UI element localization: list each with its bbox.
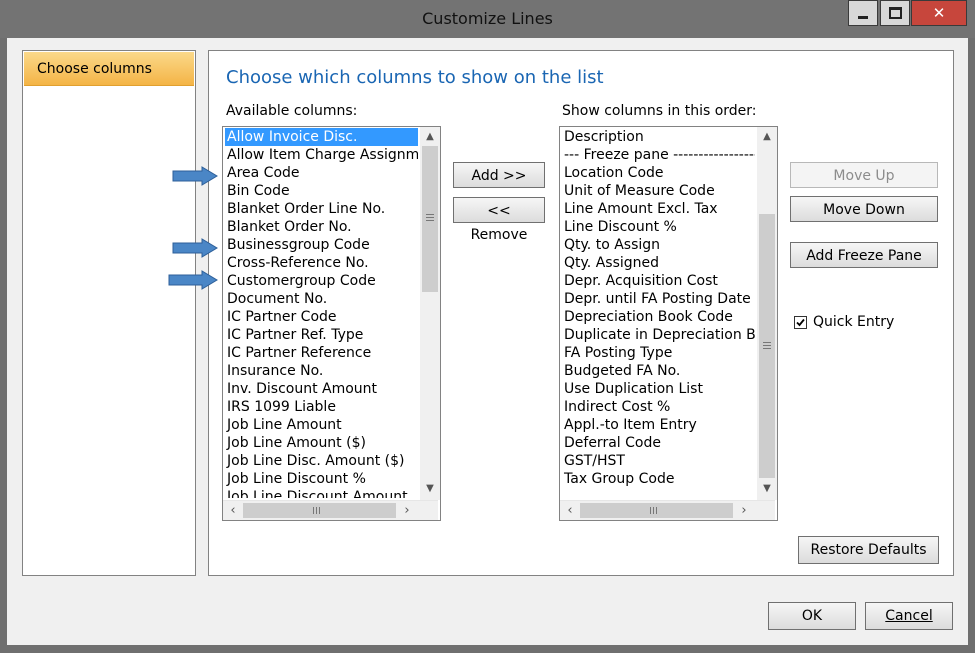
available-columns-list[interactable]: Allow Invoice Disc. Allow Item Charge Ass… xyxy=(222,126,441,521)
close-button[interactable]: ✕ xyxy=(911,0,967,26)
available-column-item[interactable]: Blanket Order Line No. xyxy=(225,200,418,218)
scroll-down-icon[interactable]: ▼ xyxy=(758,480,776,497)
show-columns-label: Show columns in this order: xyxy=(562,103,757,119)
scroll-left-icon[interactable]: ‹ xyxy=(561,501,579,520)
add-button[interactable]: Add >> xyxy=(453,162,545,188)
customize-lines-window: Customize Lines ✕ Choose columns Choose … xyxy=(0,0,975,653)
move-down-button[interactable]: Move Down xyxy=(790,196,938,222)
minimize-button[interactable] xyxy=(848,0,878,26)
available-hscroll-thumb[interactable] xyxy=(243,503,396,518)
scroll-down-icon[interactable]: ▼ xyxy=(421,480,439,497)
scroll-right-icon[interactable]: › xyxy=(735,501,753,520)
shown-column-item[interactable]: Location Code xyxy=(562,164,755,182)
available-column-item[interactable]: Insurance No. xyxy=(225,362,418,380)
available-horizontal-scrollbar[interactable]: ‹ › xyxy=(223,500,438,520)
add-freeze-pane-button[interactable]: Add Freeze Pane xyxy=(790,242,938,268)
shown-column-item[interactable]: Duplicate in Depreciation Book xyxy=(562,326,755,344)
shown-column-item[interactable]: --- Freeze pane ----------------- xyxy=(562,146,755,164)
grip-icon xyxy=(426,214,434,221)
close-icon: ✕ xyxy=(932,3,946,22)
available-column-item[interactable]: Job Line Disc. Amount ($) xyxy=(225,452,418,470)
shown-column-item[interactable]: Budgeted FA No. xyxy=(562,362,755,380)
panel-heading: Choose which columns to show on the list xyxy=(226,67,604,88)
grip-icon xyxy=(763,342,771,349)
available-vertical-scrollbar[interactable]: ▲ ▼ xyxy=(420,127,440,500)
nav-item-choose-columns[interactable]: Choose columns xyxy=(24,52,194,86)
shown-column-item[interactable]: Deferral Code xyxy=(562,434,755,452)
cancel-button[interactable]: Cancel xyxy=(865,602,953,630)
shown-columns-items: Description --- Freeze pane -------------… xyxy=(562,128,755,498)
available-column-item[interactable]: Bin Code xyxy=(225,182,418,200)
available-column-item[interactable]: Job Line Discount % xyxy=(225,470,418,488)
maximize-button[interactable] xyxy=(880,0,910,26)
move-up-button[interactable]: Move Up xyxy=(790,162,938,188)
window-title: Customize Lines xyxy=(422,9,553,28)
shown-column-item[interactable]: Indirect Cost % xyxy=(562,398,755,416)
shown-column-item[interactable]: Depr. until FA Posting Date xyxy=(562,290,755,308)
shown-column-item[interactable]: GST/HST xyxy=(562,452,755,470)
left-nav: Choose columns xyxy=(22,50,196,576)
available-column-item[interactable]: Job Line Discount Amount xyxy=(225,488,418,498)
grip-icon xyxy=(313,507,322,514)
shown-column-item[interactable]: Description xyxy=(562,128,755,146)
shown-scroll-thumb[interactable] xyxy=(759,214,775,478)
arrow-right-icon xyxy=(172,166,218,186)
maximize-icon xyxy=(888,7,902,19)
available-scroll-thumb[interactable] xyxy=(422,146,438,292)
available-column-item[interactable]: IC Partner Code xyxy=(225,308,418,326)
shown-column-item[interactable]: Depreciation Book Code xyxy=(562,308,755,326)
available-column-item[interactable]: Job Line Amount xyxy=(225,416,418,434)
choose-columns-panel: Choose which columns to show on the list… xyxy=(208,50,954,576)
shown-column-item[interactable]: Tax Group Code xyxy=(562,470,755,488)
available-column-item[interactable]: Area Code xyxy=(225,164,418,182)
shown-column-item[interactable]: Depr. Acquisition Cost xyxy=(562,272,755,290)
available-column-item[interactable]: Inv. Discount Amount xyxy=(225,380,418,398)
dialog-client-area: Choose columns Choose which columns to s… xyxy=(7,38,968,645)
restore-defaults-button[interactable]: Restore Defaults xyxy=(798,536,939,564)
grip-icon xyxy=(650,507,659,514)
ok-button[interactable]: OK xyxy=(768,602,856,630)
shown-column-item[interactable]: Unit of Measure Code xyxy=(562,182,755,200)
available-column-item[interactable]: IC Partner Reference xyxy=(225,344,418,362)
shown-hscroll-thumb[interactable] xyxy=(580,503,733,518)
available-column-item[interactable]: Cross-Reference No. xyxy=(225,254,418,272)
available-column-item[interactable]: Blanket Order No. xyxy=(225,218,418,236)
available-column-item[interactable]: Businessgroup Code xyxy=(225,236,418,254)
remove-button[interactable]: << Remove xyxy=(453,197,545,243)
arrow-right-icon xyxy=(168,270,218,290)
scroll-left-icon[interactable]: ‹ xyxy=(224,501,242,520)
title-bar[interactable]: Customize Lines ✕ xyxy=(0,0,975,38)
shown-column-item[interactable]: FA Posting Type xyxy=(562,344,755,362)
available-column-item[interactable]: Job Line Amount ($) xyxy=(225,434,418,452)
available-column-item[interactable]: Customergroup Code xyxy=(225,272,418,290)
available-column-item[interactable]: Document No. xyxy=(225,290,418,308)
shown-horizontal-scrollbar[interactable]: ‹ › xyxy=(560,500,775,520)
shown-column-item[interactable]: Qty. to Assign xyxy=(562,236,755,254)
shown-columns-list[interactable]: Description --- Freeze pane -------------… xyxy=(559,126,778,521)
shown-column-item[interactable]: Line Discount % xyxy=(562,218,755,236)
available-column-item[interactable]: IRS 1099 Liable xyxy=(225,398,418,416)
available-columns-items: Allow Invoice Disc. Allow Item Charge Ass… xyxy=(225,128,418,498)
quick-entry-checkbox[interactable] xyxy=(794,316,807,329)
shown-column-item[interactable]: Appl.-to Item Entry xyxy=(562,416,755,434)
shown-vertical-scrollbar[interactable]: ▲ ▼ xyxy=(757,127,777,500)
available-column-item[interactable]: Allow Invoice Disc. xyxy=(225,128,418,146)
scroll-up-icon[interactable]: ▲ xyxy=(758,128,776,145)
available-column-item[interactable]: Allow Item Charge Assignment xyxy=(225,146,418,164)
quick-entry-label: Quick Entry xyxy=(813,314,895,330)
shown-column-item[interactable]: Line Amount Excl. Tax xyxy=(562,200,755,218)
available-column-item[interactable]: IC Partner Ref. Type xyxy=(225,326,418,344)
scroll-up-icon[interactable]: ▲ xyxy=(421,128,439,145)
shown-column-item[interactable]: Qty. Assigned xyxy=(562,254,755,272)
available-columns-label: Available columns: xyxy=(226,103,358,119)
minimize-icon xyxy=(858,15,868,19)
shown-column-item[interactable]: Use Duplication List xyxy=(562,380,755,398)
checkmark-icon xyxy=(796,318,805,327)
arrow-right-icon xyxy=(172,238,218,258)
scroll-right-icon[interactable]: › xyxy=(398,501,416,520)
